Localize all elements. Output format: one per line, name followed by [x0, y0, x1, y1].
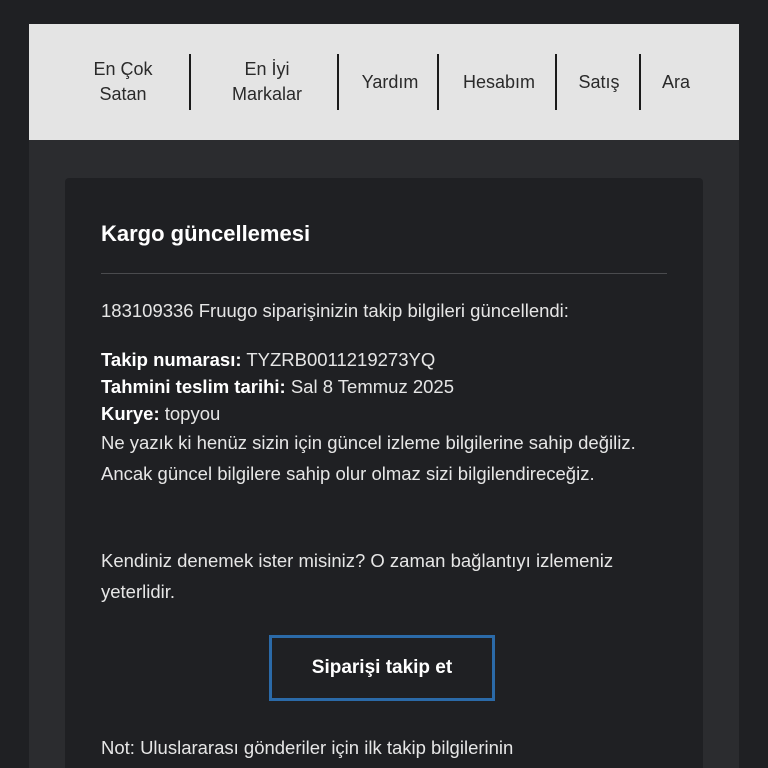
nav-item-search[interactable]: Ara	[649, 24, 703, 140]
email-page: En Çok Satan En İyi Markalar Yardım Hesa…	[0, 0, 768, 768]
nav-item-label: En Çok Satan	[93, 59, 153, 104]
tracking-number-value: TYZRB0011219273YQ	[246, 349, 436, 370]
track-order-button[interactable]: Siparişi takip et	[269, 635, 495, 701]
courier-label: Kurye:	[101, 403, 160, 424]
shipping-update-card: Kargo güncellemesi 183109336 Fruugo sipa…	[65, 178, 703, 768]
nav-item-label: En İyi Markalar	[231, 59, 302, 104]
nav-item-label: Yardım	[361, 71, 419, 92]
nav-item-best-sellers[interactable]: En Çok Satan	[78, 24, 168, 140]
international-note-text: Not: Uluslararası gönderiler için ilk ta…	[101, 737, 514, 758]
email-wrapper: En Çok Satan En İyi Markalar Yardım Hesa…	[29, 24, 739, 768]
delivery-date-label: Tahmini teslim tarihi:	[101, 376, 286, 397]
nav-item-sales[interactable]: Satış	[561, 24, 637, 140]
card-title: Kargo güncellemesi	[101, 221, 311, 246]
tracking-number-line: Takip numarası: TYZRB0011219273YQ	[101, 346, 435, 373]
courier-value: topyou	[164, 403, 221, 424]
nav-item-my-account[interactable]: Hesabım	[449, 24, 549, 140]
nav-item-label: Ara	[661, 71, 690, 92]
nav-item-best-brands[interactable]: En İyi Markalar	[217, 24, 317, 140]
top-navigation: En Çok Satan En İyi Markalar Yardım Hesa…	[29, 24, 739, 140]
intro-text: 183109336 Fruugo siparişinizin takip bil…	[101, 300, 569, 321]
nav-separator	[337, 54, 339, 110]
delivery-date-value: Sal 8 Temmuz 2025	[290, 376, 454, 397]
nav-separator	[555, 54, 557, 110]
nav-separator	[189, 54, 191, 110]
tracking-number-label: Takip numarası:	[101, 349, 242, 370]
nav-item-label: Satış	[578, 71, 620, 92]
nav-item-label: Hesabım	[462, 71, 536, 92]
try-yourself-text: Kendiniz denemek ister misiniz? O zaman …	[101, 550, 614, 602]
nav-separator	[639, 54, 641, 110]
delivery-date-line: Tahmini teslim tarihi: Sal 8 Temmuz 2025	[101, 373, 454, 400]
title-divider	[101, 273, 667, 274]
courier-line: Kurye: topyou	[101, 400, 220, 427]
nav-item-help[interactable]: Yardım	[349, 24, 431, 140]
nav-separator	[437, 54, 439, 110]
no-tracking-info-text: Ne yazık ki henüz sizin için güncel izle…	[101, 432, 636, 484]
